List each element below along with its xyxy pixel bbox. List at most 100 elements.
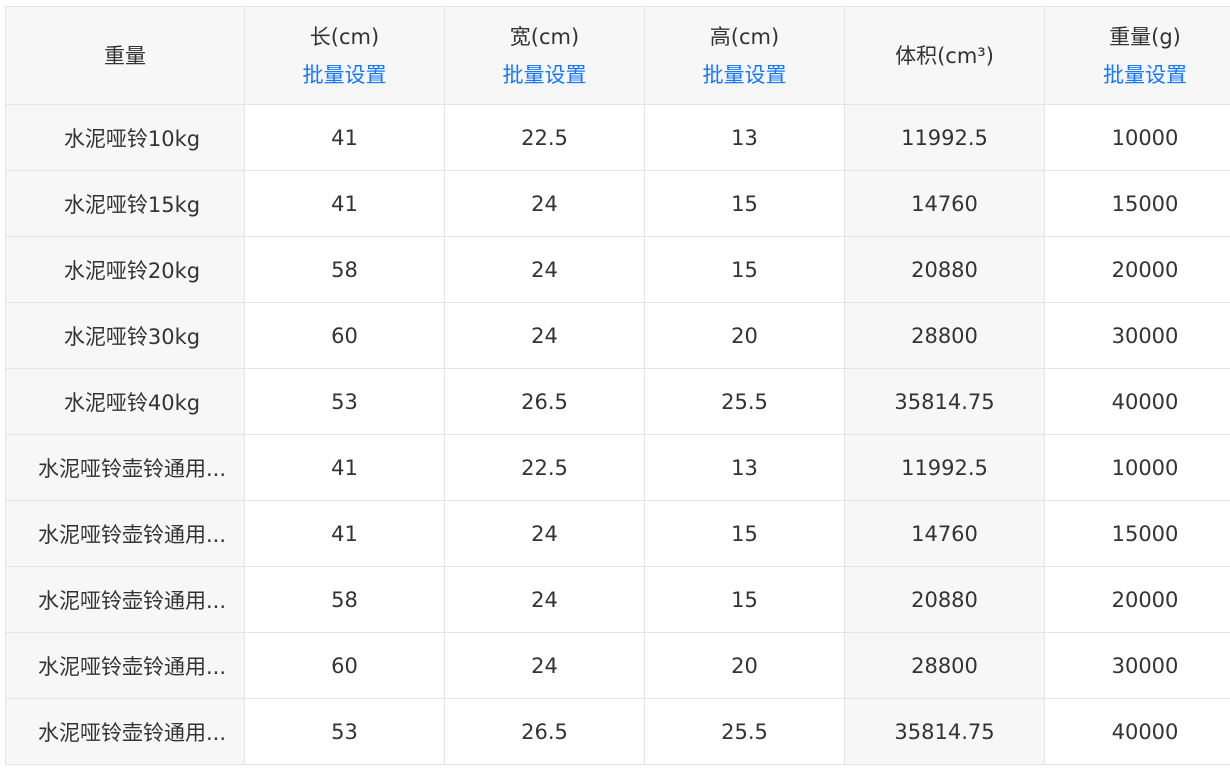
sku-name-cell: 水泥哑铃15kg	[5, 170, 245, 237]
weight-cell[interactable]: 10000	[1044, 104, 1230, 171]
header-title: 长(cm)	[309, 24, 380, 49]
sku-name: 水泥哑铃10kg	[63, 126, 201, 151]
width-cell[interactable]: 24	[444, 302, 645, 369]
width-cell[interactable]: 26.5	[444, 368, 645, 435]
height-cell[interactable]: 25.5	[644, 698, 845, 765]
length-cell[interactable]: 53	[244, 368, 445, 435]
sku-name-cell: 水泥哑铃壶铃通用...	[5, 500, 245, 567]
sku-name-cell: 水泥哑铃20kg	[5, 236, 245, 303]
volume-cell: 11992.5	[844, 104, 1045, 171]
batch-set-width-link[interactable]: 批量设置	[445, 60, 644, 90]
sku-name: 水泥哑铃30kg	[63, 324, 201, 349]
header-weight-spec: 重量	[5, 6, 245, 105]
weight-cell[interactable]: 10000	[1044, 434, 1230, 501]
volume-cell: 28800	[844, 302, 1045, 369]
volume-cell: 14760	[844, 500, 1045, 567]
sku-name: 水泥哑铃壶铃通用...	[37, 522, 227, 547]
width-cell[interactable]: 22.5	[444, 104, 645, 171]
height-cell[interactable]: 13	[644, 434, 845, 501]
table-row: 水泥哑铃壶铃通用... 58 24 15 20880 20000	[5, 566, 1230, 633]
sku-name-cell: 水泥哑铃壶铃通用...	[5, 632, 245, 699]
weight-cell[interactable]: 20000	[1044, 566, 1230, 633]
height-cell[interactable]: 20	[644, 632, 845, 699]
width-cell[interactable]: 26.5	[444, 698, 645, 765]
weight-cell[interactable]: 30000	[1044, 302, 1230, 369]
sku-name: 水泥哑铃15kg	[63, 192, 201, 217]
weight-cell[interactable]: 15000	[1044, 170, 1230, 237]
width-cell[interactable]: 24	[444, 566, 645, 633]
width-cell[interactable]: 22.5	[444, 434, 645, 501]
sku-name-cell: 水泥哑铃壶铃通用...	[5, 566, 245, 633]
weight-cell[interactable]: 15000	[1044, 500, 1230, 567]
length-cell[interactable]: 58	[244, 236, 445, 303]
length-cell[interactable]: 41	[244, 104, 445, 171]
table-row: 水泥哑铃30kg 60 24 20 28800 30000	[5, 302, 1230, 369]
volume-cell: 28800	[844, 632, 1045, 699]
height-cell[interactable]: 15	[644, 566, 845, 633]
header-title: 宽(cm)	[509, 24, 580, 49]
table-row: 水泥哑铃壶铃通用... 53 26.5 25.5 35814.75 40000	[5, 698, 1230, 765]
header-height: 高(cm) 批量设置	[644, 6, 845, 105]
sku-weight-table-wrapper: 重量 长(cm) 批量设置 宽(cm) 批量设置 高(cm) 批量设置 体积(c…	[5, 6, 1230, 765]
volume-cell: 20880	[844, 236, 1045, 303]
table-body: 水泥哑铃10kg 41 22.5 13 11992.5 10000 水泥哑铃15…	[5, 104, 1230, 765]
header-title: 高(cm)	[709, 24, 780, 49]
width-cell[interactable]: 24	[444, 632, 645, 699]
length-cell[interactable]: 53	[244, 698, 445, 765]
header-row: 重量 长(cm) 批量设置 宽(cm) 批量设置 高(cm) 批量设置 体积(c…	[5, 6, 1230, 105]
sku-name: 水泥哑铃壶铃通用...	[37, 654, 227, 679]
header-width: 宽(cm) 批量设置	[444, 6, 645, 105]
sku-name-cell: 水泥哑铃10kg	[5, 104, 245, 171]
height-cell[interactable]: 15	[644, 170, 845, 237]
sku-name: 水泥哑铃壶铃通用...	[37, 588, 227, 613]
height-cell[interactable]: 15	[644, 236, 845, 303]
table-row: 水泥哑铃40kg 53 26.5 25.5 35814.75 40000	[5, 368, 1230, 435]
sku-name-cell: 水泥哑铃40kg	[5, 368, 245, 435]
height-cell[interactable]: 15	[644, 500, 845, 567]
sku-name: 水泥哑铃壶铃通用...	[37, 456, 227, 481]
weight-cell[interactable]: 20000	[1044, 236, 1230, 303]
sku-name: 水泥哑铃40kg	[63, 390, 201, 415]
batch-set-length-link[interactable]: 批量设置	[245, 60, 444, 90]
width-cell[interactable]: 24	[444, 500, 645, 567]
volume-cell: 11992.5	[844, 434, 1045, 501]
weight-cell[interactable]: 30000	[1044, 632, 1230, 699]
table-row: 水泥哑铃壶铃通用... 60 24 20 28800 30000	[5, 632, 1230, 699]
height-cell[interactable]: 13	[644, 104, 845, 171]
length-cell[interactable]: 41	[244, 434, 445, 501]
length-cell[interactable]: 60	[244, 302, 445, 369]
sku-name: 水泥哑铃壶铃通用...	[37, 720, 227, 745]
length-cell[interactable]: 58	[244, 566, 445, 633]
header-title: 重量	[104, 43, 146, 68]
weight-cell[interactable]: 40000	[1044, 368, 1230, 435]
header-weight-g: 重量(g) 批量设置	[1044, 6, 1230, 105]
length-cell[interactable]: 41	[244, 170, 445, 237]
volume-cell: 20880	[844, 566, 1045, 633]
sku-name: 水泥哑铃20kg	[63, 258, 201, 283]
width-cell[interactable]: 24	[444, 236, 645, 303]
sku-name-cell: 水泥哑铃30kg	[5, 302, 245, 369]
height-cell[interactable]: 25.5	[644, 368, 845, 435]
batch-set-height-link[interactable]: 批量设置	[645, 60, 844, 90]
length-cell[interactable]: 41	[244, 500, 445, 567]
width-cell[interactable]: 24	[444, 170, 645, 237]
header-title: 体积(cm³)	[895, 43, 994, 68]
height-cell[interactable]: 20	[644, 302, 845, 369]
length-cell[interactable]: 60	[244, 632, 445, 699]
table-row: 水泥哑铃10kg 41 22.5 13 11992.5 10000	[5, 104, 1230, 171]
header-title: 重量(g)	[1109, 24, 1181, 49]
table-row: 水泥哑铃15kg 41 24 15 14760 15000	[5, 170, 1230, 237]
sku-name-cell: 水泥哑铃壶铃通用...	[5, 698, 245, 765]
header-volume: 体积(cm³)	[844, 6, 1045, 105]
table-row: 水泥哑铃壶铃通用... 41 24 15 14760 15000	[5, 500, 1230, 567]
sku-weight-table: 重量 长(cm) 批量设置 宽(cm) 批量设置 高(cm) 批量设置 体积(c…	[5, 6, 1230, 765]
weight-cell[interactable]: 40000	[1044, 698, 1230, 765]
volume-cell: 35814.75	[844, 698, 1045, 765]
sku-name-cell: 水泥哑铃壶铃通用...	[5, 434, 245, 501]
table-header: 重量 长(cm) 批量设置 宽(cm) 批量设置 高(cm) 批量设置 体积(c…	[5, 6, 1230, 105]
header-length: 长(cm) 批量设置	[244, 6, 445, 105]
volume-cell: 14760	[844, 170, 1045, 237]
batch-set-weight-link[interactable]: 批量设置	[1045, 60, 1230, 90]
table-row: 水泥哑铃壶铃通用... 41 22.5 13 11992.5 10000	[5, 434, 1230, 501]
volume-cell: 35814.75	[844, 368, 1045, 435]
